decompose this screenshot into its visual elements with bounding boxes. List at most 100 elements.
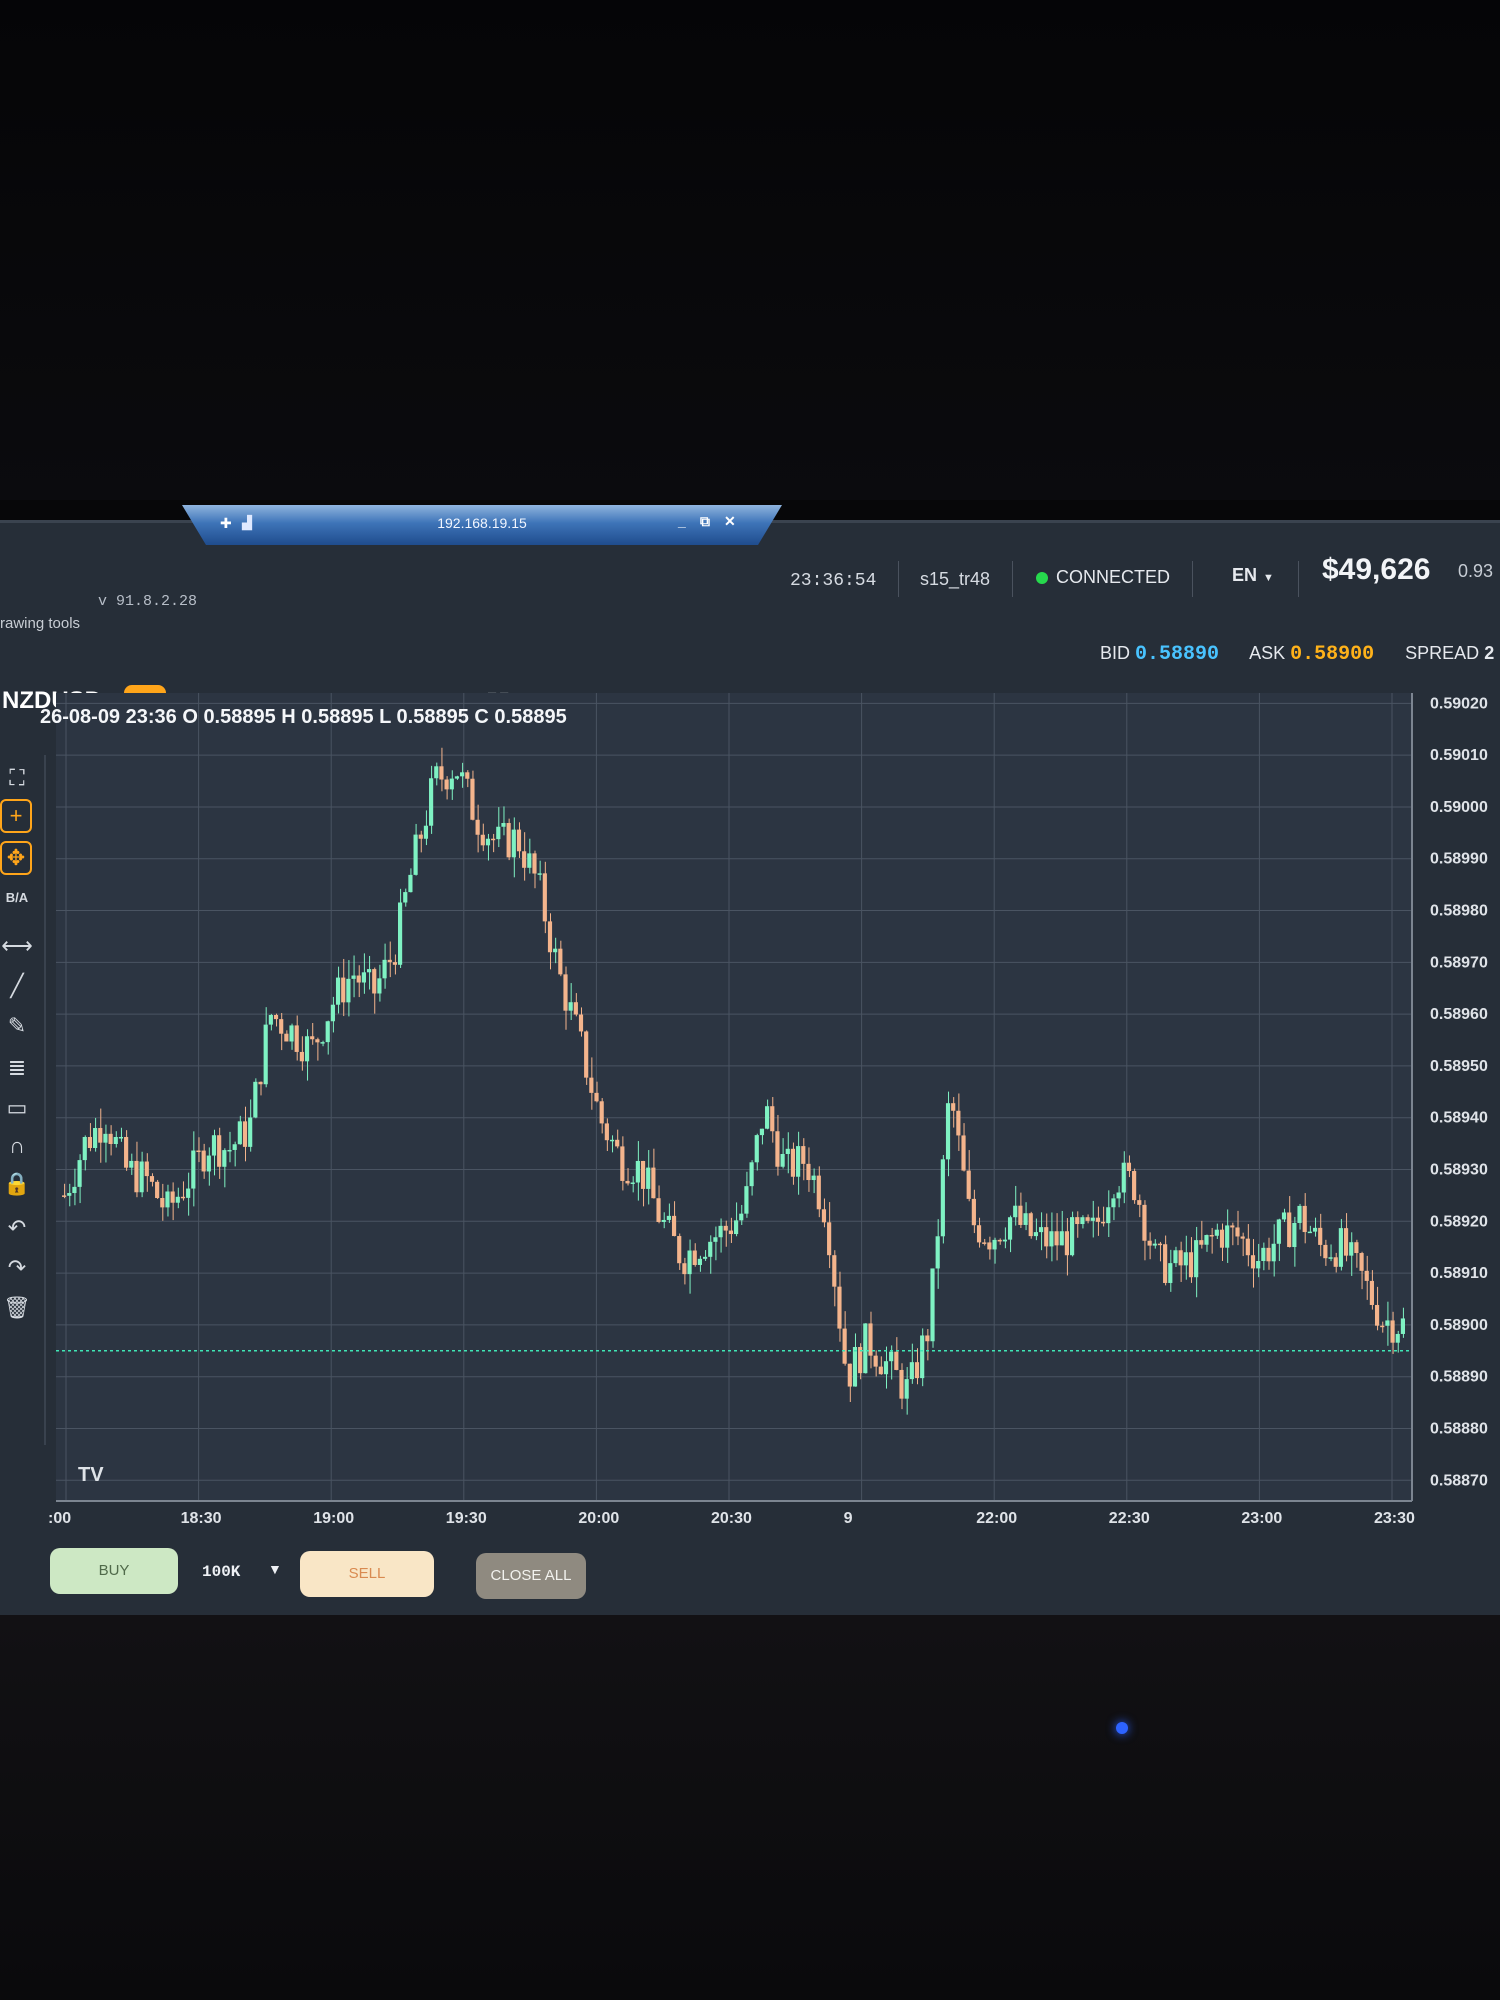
candle-body	[1095, 1217, 1101, 1222]
candle-body	[325, 1021, 330, 1043]
candle-body	[366, 969, 372, 973]
candle-body	[708, 1241, 713, 1257]
candle-body	[1266, 1247, 1271, 1262]
y-tick-label: 0.58950	[1430, 1058, 1488, 1075]
y-tick-label: 0.58910	[1430, 1265, 1488, 1282]
candle-body	[770, 1106, 775, 1132]
candle-body	[1240, 1236, 1245, 1239]
candle-body	[635, 1160, 640, 1183]
candle-body	[87, 1136, 93, 1148]
candle-body	[72, 1186, 77, 1194]
candle-body	[304, 1036, 310, 1062]
candle-body	[1059, 1231, 1064, 1246]
candle-body	[749, 1162, 754, 1187]
candle-body	[444, 779, 449, 790]
x-tick-label: 18:30	[181, 1510, 222, 1523]
candle-body	[1276, 1219, 1281, 1244]
candle-body	[734, 1220, 739, 1235]
candle-body	[1374, 1304, 1380, 1326]
candle-body	[1323, 1244, 1328, 1259]
candle-body	[1049, 1231, 1054, 1247]
candle-body	[1126, 1162, 1132, 1172]
candle-body	[656, 1198, 661, 1222]
y-tick-label: 0.58880	[1430, 1420, 1488, 1437]
candle-body	[1111, 1198, 1116, 1208]
candle-body	[465, 772, 470, 779]
buy-button[interactable]: BUY	[50, 1548, 178, 1594]
candle-body	[149, 1176, 155, 1182]
sell-button[interactable]: SELL	[300, 1551, 434, 1597]
candle-body	[1214, 1229, 1219, 1236]
candle-body	[868, 1323, 873, 1356]
y-tick-label: 0.58980	[1430, 903, 1488, 920]
candle-body	[315, 1039, 320, 1043]
candle-body	[408, 874, 413, 893]
candle-body	[1271, 1243, 1276, 1262]
candle-body	[1064, 1231, 1069, 1256]
candle-body	[920, 1335, 925, 1379]
candle-body	[615, 1139, 620, 1147]
candle-body	[263, 1024, 268, 1085]
candle-body	[279, 1019, 284, 1034]
candle-body	[930, 1268, 935, 1342]
candle-body	[532, 853, 537, 874]
candle-body	[1307, 1231, 1312, 1234]
candle-body	[232, 1144, 237, 1150]
candle-body	[423, 825, 429, 839]
candle-body	[728, 1230, 733, 1235]
candle-body	[558, 948, 563, 975]
candle-body	[1400, 1318, 1405, 1334]
candle-body	[1137, 1200, 1142, 1205]
y-tick-label: 0.58990	[1430, 851, 1488, 868]
candle-body	[976, 1225, 982, 1243]
candle-body	[201, 1150, 206, 1172]
y-tick-label: 0.59000	[1430, 799, 1488, 816]
candle-body	[894, 1351, 899, 1370]
candle-body	[310, 1036, 315, 1040]
candle-body	[1178, 1250, 1183, 1266]
candle-body	[759, 1128, 765, 1136]
candle-body	[67, 1193, 72, 1196]
candle-body	[1163, 1244, 1168, 1283]
candle-body	[909, 1362, 914, 1380]
candle-body	[537, 873, 542, 875]
close-all-button[interactable]: CLOSE ALL	[476, 1553, 586, 1599]
candle-body	[1302, 1205, 1307, 1233]
price-chart[interactable]: 0.59020 0.59010 0.59000 0.58990 0.58980 0.589…	[0, 523, 1500, 1523]
candle-body	[439, 766, 444, 780]
candle-body	[775, 1131, 780, 1167]
candle-body	[640, 1160, 646, 1189]
x-tick-label: 23:00	[1241, 1510, 1282, 1523]
candle-body	[108, 1133, 113, 1144]
candle-body	[940, 1159, 945, 1237]
candle-body	[62, 1195, 67, 1197]
candle-body	[485, 838, 491, 846]
candle-body	[118, 1136, 124, 1139]
candle-body	[1033, 1232, 1038, 1237]
candle-body	[258, 1081, 263, 1085]
candle-body	[785, 1148, 790, 1154]
y-tick-label: 0.59010	[1430, 747, 1488, 764]
lot-size-selector[interactable]: 100K	[202, 1563, 240, 1581]
candle-body	[671, 1215, 677, 1237]
candle-body	[1318, 1227, 1323, 1245]
candle-body	[992, 1239, 997, 1250]
candle-body	[387, 959, 392, 963]
candle-body	[1395, 1333, 1400, 1343]
candle-body	[1028, 1213, 1033, 1237]
candle-body	[832, 1255, 837, 1287]
candle-body	[248, 1117, 253, 1147]
candle-body	[1349, 1242, 1354, 1256]
candle-body	[129, 1160, 134, 1168]
candle-body	[889, 1351, 894, 1362]
candle-body	[1188, 1252, 1194, 1278]
candle-body	[883, 1361, 889, 1375]
candle-body	[429, 778, 434, 826]
candle-body	[687, 1250, 692, 1275]
chevron-down-icon[interactable]: ▼	[268, 1561, 282, 1577]
candle-body	[139, 1161, 144, 1193]
candle-body	[1173, 1250, 1178, 1264]
x-tick-label: 20:00	[578, 1510, 619, 1523]
candle-body	[454, 776, 460, 779]
candle-body	[666, 1215, 671, 1220]
